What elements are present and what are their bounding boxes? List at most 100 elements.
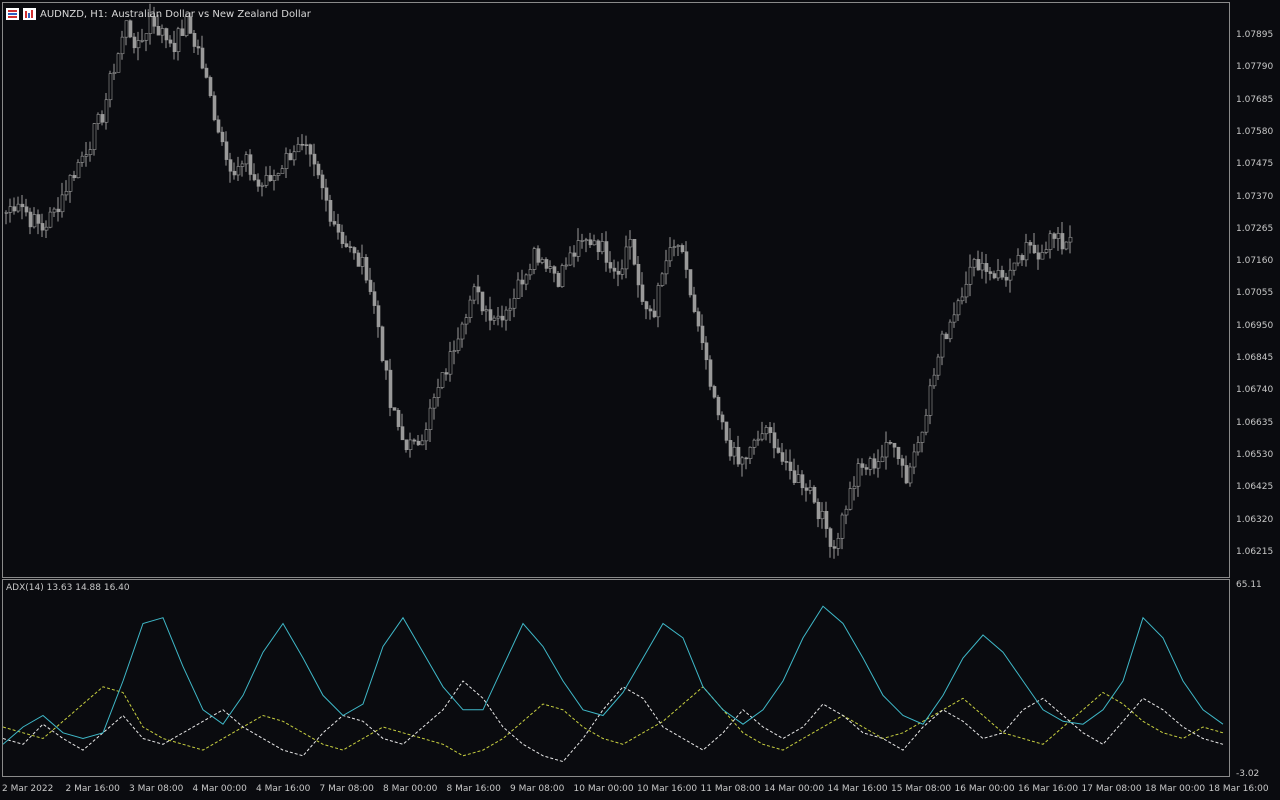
candle-body [156, 25, 161, 36]
candle-body [120, 36, 125, 55]
candle-body [740, 457, 745, 465]
candle-body [724, 421, 729, 441]
candle-body [648, 308, 653, 312]
candle-body [640, 284, 645, 302]
candle-body [248, 154, 253, 175]
candle-body [892, 442, 897, 448]
candle-body [644, 301, 649, 310]
candle-body [272, 175, 277, 181]
candle-body [192, 32, 197, 47]
price-chart-panel[interactable] [2, 2, 1230, 578]
candle-body [1016, 255, 1021, 264]
candle-body [12, 206, 17, 212]
candle-body [1008, 269, 1013, 281]
adx-indicator-panel[interactable] [2, 579, 1230, 777]
candle-body [212, 95, 217, 121]
candle-body [64, 191, 69, 196]
time-tick-label: 8 Mar 00:00 [383, 784, 438, 794]
candle-body [68, 175, 73, 192]
candle-body [424, 429, 429, 442]
candle-body [508, 307, 513, 311]
candle-body [816, 501, 821, 520]
time-tick-label: 16 Mar 00:00 [954, 784, 1015, 794]
candle-body [264, 175, 269, 186]
candle-body [844, 508, 849, 516]
time-tick-label: 4 Mar 00:00 [192, 784, 247, 794]
candle-body [596, 240, 601, 253]
candle-body [872, 458, 877, 469]
candle-body [768, 427, 773, 433]
candle-body [88, 149, 93, 155]
candle-body [496, 315, 501, 319]
indicator-scale-bottom: -3.02 [1236, 769, 1260, 779]
candle-body [940, 333, 945, 358]
candle-body [48, 211, 53, 228]
candle-body [1060, 233, 1065, 250]
adx-line [3, 605, 1224, 745]
candle-body [164, 28, 169, 41]
candle-body [528, 269, 533, 276]
candle-body [168, 39, 173, 44]
candle-body [72, 175, 77, 179]
candle-body [368, 279, 373, 292]
candle-body [380, 326, 385, 361]
candle-body [676, 245, 681, 247]
candle-body [200, 47, 205, 69]
candle-body [56, 208, 61, 213]
candle-body [276, 173, 281, 176]
candle-body [448, 351, 453, 375]
candle-body [20, 203, 25, 208]
time-tick-label: 8 Mar 16:00 [446, 784, 501, 794]
candle-body [92, 123, 97, 150]
candle-body [924, 414, 929, 433]
candle-body [400, 426, 405, 441]
candle-body [1028, 242, 1033, 246]
symbol-list-icon[interactable] [6, 8, 19, 20]
candle-body [612, 267, 617, 272]
price-tick-label: 1.06845 [1236, 353, 1274, 363]
candle-body [340, 231, 345, 244]
candle-body [132, 36, 137, 49]
candle-body [60, 194, 65, 213]
candle-body [804, 487, 809, 491]
candle-body [432, 397, 437, 409]
candle-body [416, 440, 421, 446]
candle-body [908, 466, 913, 484]
price-tick-label: 1.06950 [1236, 320, 1274, 331]
candle-body [44, 226, 49, 231]
candle-body [696, 311, 701, 327]
candle-body [216, 119, 221, 133]
candle-body [792, 470, 797, 483]
candle-body [760, 433, 765, 440]
time-tick-label: 4 Mar 16:00 [256, 784, 311, 794]
candle-body [620, 268, 625, 275]
time-tick-label: 14 Mar 00:00 [764, 784, 825, 794]
candle-body [480, 291, 485, 312]
candle-body [52, 208, 57, 213]
candle-body [372, 291, 377, 306]
candle-body [896, 446, 901, 460]
candle-body [452, 350, 457, 352]
chart-type-icon[interactable] [23, 8, 36, 20]
candle-body [916, 442, 921, 453]
candle-body [796, 474, 801, 483]
price-tick-label: 1.07580 [1236, 126, 1274, 137]
candle-body [296, 143, 301, 153]
candle-body [224, 141, 229, 160]
price-tick-label: 1.06635 [1236, 417, 1274, 428]
candle-body [76, 162, 81, 179]
candle-body [972, 259, 977, 268]
candle-body [112, 71, 117, 74]
candle-body [160, 28, 165, 36]
time-tick-label: 18 Mar 00:00 [1145, 784, 1206, 794]
candle-body [976, 259, 981, 271]
candle-body [260, 184, 265, 187]
candle-body [728, 440, 733, 457]
price-tick-label: 1.07370 [1236, 191, 1274, 202]
candle-body [568, 252, 573, 266]
candle-body [252, 174, 257, 181]
candle-body [476, 286, 481, 293]
chart-window[interactable]: AUDNZD, H1: Australian Dollar vs New Zea… [0, 0, 1280, 800]
candle-body [460, 323, 465, 340]
plus-di-line [3, 680, 1224, 763]
